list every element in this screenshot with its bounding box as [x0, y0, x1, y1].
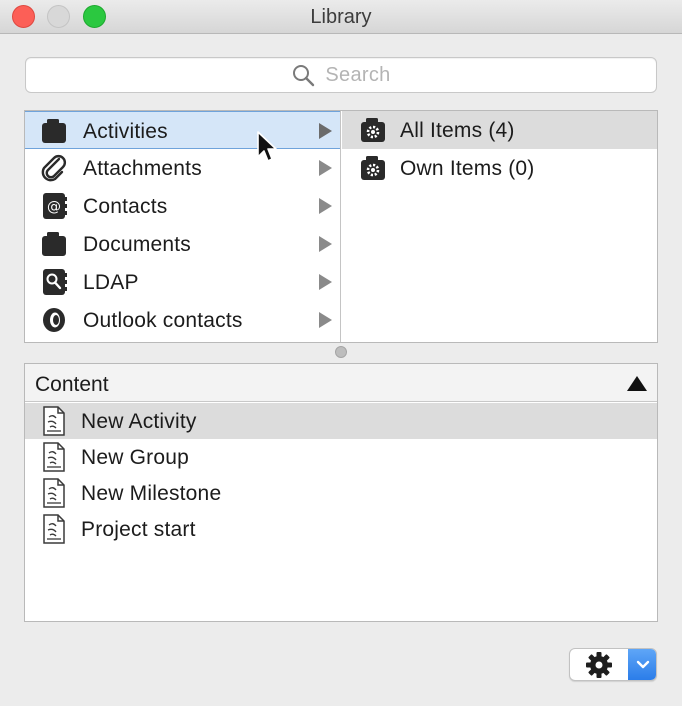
content-column-header[interactable]: Content	[25, 364, 657, 402]
content-item-label: New Milestone	[81, 482, 222, 505]
disclosure-arrow-icon	[319, 123, 332, 139]
gear-action-button[interactable]	[570, 649, 628, 680]
category-label: LDAP	[83, 271, 139, 294]
gear-icon	[586, 651, 612, 678]
window-title: Library	[310, 6, 372, 28]
split-view-handle[interactable]	[335, 346, 347, 358]
content-item-label: Project start	[81, 518, 196, 541]
search-placeholder: Search	[325, 63, 391, 86]
category-label: Attachments	[83, 157, 202, 180]
category-label: Documents	[83, 233, 192, 256]
template-document-icon	[43, 442, 65, 472]
title-bar[interactable]: Library	[0, 0, 682, 34]
content-item-new-milestone[interactable]: New Milestone	[25, 475, 657, 511]
category-label: Outlook contacts	[83, 309, 243, 332]
subcategory-label: All Items (4)	[400, 119, 515, 142]
disclosure-arrow-icon	[319, 198, 332, 214]
smart-folder-icon	[361, 156, 385, 180]
template-document-icon	[43, 478, 65, 508]
category-item-contacts[interactable]: @ Contacts	[25, 187, 340, 225]
category-item-activities[interactable]: Activities	[25, 111, 340, 149]
subcategory-label: Own Items (0)	[400, 157, 535, 180]
content-item-project-start[interactable]: Project start	[25, 511, 657, 547]
category-label: Contacts	[83, 195, 168, 218]
action-menu-dropdown[interactable]	[628, 649, 656, 680]
category-item-attachments[interactable]: Attachments	[25, 149, 340, 187]
folder-icon	[42, 232, 66, 256]
outlook-icon	[43, 308, 65, 332]
svg-text:@: @	[47, 199, 61, 215]
address-book-icon: @	[43, 193, 67, 219]
content-item-label: New Activity	[81, 410, 197, 433]
category-item-documents[interactable]: Documents	[25, 225, 340, 263]
folder-icon	[42, 119, 66, 143]
library-window: Library Search Activities Attachments @ …	[0, 0, 682, 706]
content-item-label: New Group	[81, 446, 190, 469]
paperclip-icon	[41, 155, 66, 182]
disclosure-arrow-icon	[319, 312, 332, 328]
subcategory-item-all-items[interactable]: All Items (4)	[342, 111, 657, 149]
category-item-ldap[interactable]: LDAP	[25, 263, 340, 301]
chevron-down-icon	[636, 660, 649, 668]
content-item-new-activity[interactable]: New Activity	[25, 403, 657, 439]
search-field[interactable]: Search	[25, 57, 657, 93]
template-document-icon	[43, 514, 65, 544]
ldap-search-icon	[43, 269, 67, 295]
disclosure-arrow-icon	[319, 160, 332, 176]
subcategory-item-own-items[interactable]: Own Items (0)	[342, 149, 657, 187]
category-label: Activities	[83, 120, 168, 143]
template-document-icon	[43, 406, 65, 436]
search-icon	[293, 65, 315, 87]
disclosure-arrow-icon	[319, 274, 332, 290]
category-item-outlook-contacts[interactable]: Outlook contacts	[25, 301, 340, 339]
action-menu-button[interactable]	[569, 648, 657, 681]
content-item-new-group[interactable]: New Group	[25, 439, 657, 475]
smart-folder-icon	[361, 118, 385, 142]
content-header-label: Content	[35, 373, 109, 396]
mouse-pointer-icon	[257, 131, 277, 162]
content-list: Content New Activity New Group New Miles…	[24, 363, 658, 622]
sort-ascending-icon	[627, 376, 647, 391]
disclosure-arrow-icon	[319, 236, 332, 252]
library-browser: Activities Attachments @ Contacts Docume…	[24, 110, 658, 343]
subcategory-column: All Items (4) Own Items (0)	[342, 111, 657, 342]
category-column: Activities Attachments @ Contacts Docume…	[25, 111, 341, 342]
